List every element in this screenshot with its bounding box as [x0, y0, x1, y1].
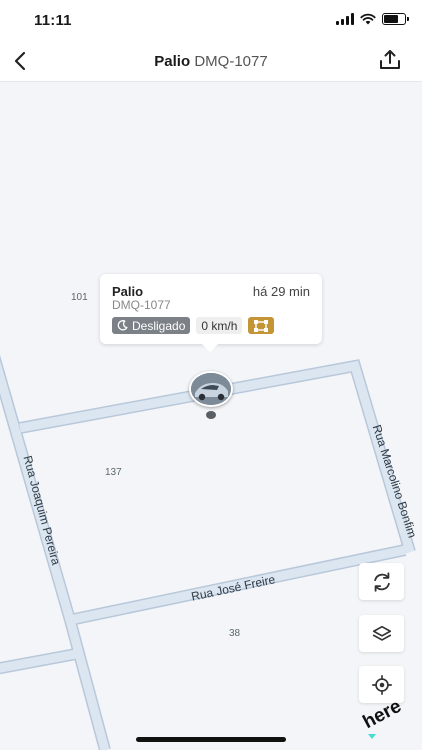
battery-icon	[382, 13, 409, 25]
page-title-name: Palio	[154, 53, 191, 70]
status-icons	[336, 13, 409, 25]
cellular-signal-icon	[336, 13, 354, 25]
popup-plate: DMQ-1077	[112, 298, 171, 312]
wifi-icon	[360, 13, 376, 25]
speed-badge: 0 km/h	[196, 317, 243, 334]
lot-number-label: 38	[229, 628, 241, 639]
status-time: 11:11	[34, 12, 72, 29]
page-title-plate: DMQ-1077	[194, 53, 268, 70]
map-view[interactable]: 101 137 38 Rua Joaquim Pereira Rua Marco…	[0, 82, 422, 750]
vehicle-position-dot	[206, 411, 216, 419]
car-photo-icon	[191, 373, 231, 405]
here-logo-mark	[368, 734, 376, 739]
share-icon	[380, 50, 400, 69]
geofence-button[interactable]	[248, 317, 275, 334]
vehicle-marker[interactable]	[189, 371, 233, 407]
popup-vehicle-name: Palio	[112, 284, 144, 299]
refresh-icon	[373, 571, 390, 592]
locate-vehicle-button[interactable]	[359, 666, 404, 703]
ignition-status-badge: Desligado	[112, 317, 191, 334]
lot-number-label: 101	[71, 292, 88, 303]
page-title: Palio DMQ-1077	[0, 53, 422, 70]
refresh-button[interactable]	[359, 563, 404, 600]
nav-bar: Palio DMQ-1077	[0, 40, 422, 82]
share-button[interactable]	[376, 46, 404, 74]
home-indicator	[136, 737, 286, 742]
lot-number-label: 137	[105, 467, 122, 478]
map-layers-button[interactable]	[359, 615, 404, 652]
locate-icon	[371, 674, 392, 695]
speed-label: 0 km/h	[201, 318, 238, 333]
popup-last-update: há 29 min	[252, 284, 310, 299]
moon-icon	[117, 320, 128, 331]
here-logo: here	[360, 696, 414, 742]
ignition-status-label: Desligado	[132, 318, 186, 333]
popup-status-chips: Desligado 0 km/h	[112, 317, 275, 334]
status-bar: 11:11	[0, 0, 422, 40]
geofence-icon	[254, 319, 269, 332]
layers-icon	[372, 625, 391, 641]
vehicle-info-popup[interactable]: Palio há 29 min DMQ-1077 Desligado 0 km/…	[100, 274, 322, 352]
